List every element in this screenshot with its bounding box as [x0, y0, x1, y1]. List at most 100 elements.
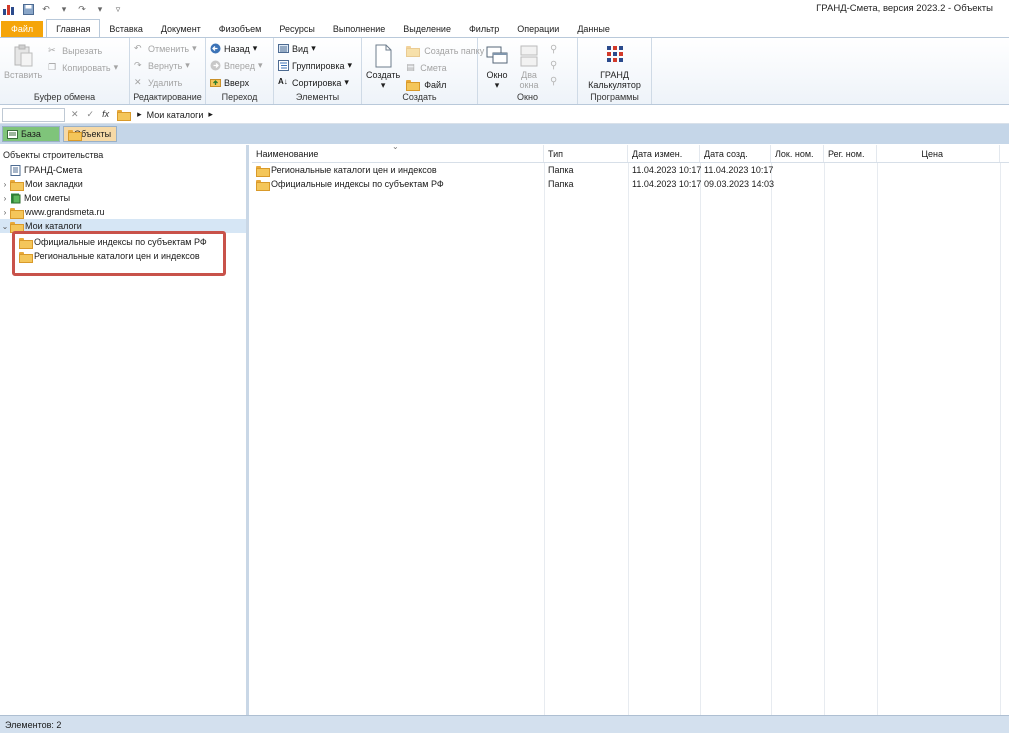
- create-label: Создать: [366, 70, 401, 80]
- create-group: Создать ▾ Создать папку ▤ Смета Файл Созд…: [362, 38, 484, 104]
- col-header-reg-num[interactable]: Рег. ном.: [824, 145, 877, 162]
- undo-label: Отменить: [148, 43, 190, 54]
- two-windows-label-1: Два: [521, 70, 537, 80]
- tree-item-label: Мои каталоги: [25, 221, 82, 231]
- breadcrumb-item[interactable]: Мои каталоги: [147, 110, 204, 120]
- create-button[interactable]: Создать ▾: [366, 44, 400, 93]
- copy-button[interactable]: ❐ Копировать ▾: [48, 59, 118, 76]
- tab-data[interactable]: Данные: [568, 21, 619, 37]
- confirm-icon[interactable]: ✓: [87, 109, 95, 120]
- doc-tab-base[interactable]: База: [2, 126, 60, 142]
- undo-button[interactable]: ↶ Отменить ▾: [134, 40, 201, 57]
- clipboard-group: Вставить ✂ Вырезать ❐ Копировать ▾ Буфер об…: [0, 38, 130, 104]
- cut-button[interactable]: ✂ Вырезать: [48, 42, 118, 59]
- grouping-icon: [278, 60, 289, 71]
- title-bar: ↶ ▾ ↷ ▾ ▿ ГРАНД-Смета, версия 2023.2 - О…: [0, 0, 1009, 18]
- table-row[interactable]: Официальные индексы по субъектам РФ Папк…: [252, 177, 1009, 191]
- ribbon-tab-row: Файл Главная Вставка Документ Физобъем Р…: [0, 19, 1009, 37]
- cell-created: 11.04.2023 10:17: [704, 165, 774, 175]
- tab-execution[interactable]: Выполнение: [324, 21, 394, 37]
- cell-modified: 11.04.2023 10:17: [632, 179, 702, 189]
- delete-label: Удалить: [148, 77, 183, 88]
- col-header-price[interactable]: Цена: [877, 145, 1000, 162]
- view-dropdown-icon: ▾: [311, 43, 316, 53]
- col-header-name[interactable]: Наименование: [252, 145, 544, 162]
- pin-icon-3[interactable]: ⚲: [550, 76, 557, 87]
- redo-button[interactable]: ↷ Вернуть ▾: [134, 57, 201, 74]
- grid-line: [877, 163, 878, 715]
- grouping-button[interactable]: Группировка ▾: [278, 57, 357, 74]
- my-estimates-icon: [11, 193, 21, 203]
- create-group-label: Создать: [402, 92, 437, 102]
- paste-button[interactable]: Вставить: [4, 44, 42, 80]
- copy-dropdown-icon: ▾: [113, 62, 119, 72]
- folder-icon: [10, 221, 24, 233]
- forward-arrow-icon: [210, 60, 221, 71]
- programs-group: ГРАНД Калькулятор Программы: [578, 38, 652, 104]
- col-header-modified[interactable]: Дата измен.: [628, 145, 700, 162]
- tab-resources[interactable]: Ресурсы: [270, 21, 324, 37]
- new-document-icon: [375, 44, 392, 68]
- tree-item-label: Мои сметы: [24, 193, 71, 203]
- tree-item-website[interactable]: › www.grandsmeta.ru: [0, 205, 246, 219]
- grand-smeta-icon: [10, 164, 21, 176]
- col-header-local-num[interactable]: Лок. ном.: [771, 145, 824, 162]
- sorting-button[interactable]: A↓ Сортировка ▾: [278, 74, 357, 91]
- tab-insert[interactable]: Вставка: [100, 21, 151, 37]
- breadcrumb-chevron-icon[interactable]: ▸: [208, 109, 213, 120]
- redo-label: Вернуть: [148, 60, 183, 71]
- pin-icon-2[interactable]: ⚲: [550, 60, 557, 71]
- tab-document[interactable]: Документ: [152, 21, 210, 37]
- up-label: Вверх: [224, 77, 250, 88]
- file-label: Файл: [424, 79, 447, 90]
- cancel-icon[interactable]: ✕: [71, 109, 79, 120]
- undo-arrow-icon: ▾: [192, 43, 197, 53]
- delete-button[interactable]: ✕ Удалить: [134, 74, 201, 91]
- tab-file[interactable]: Файл: [1, 21, 44, 37]
- forward-button[interactable]: Вперед ▾: [210, 57, 269, 74]
- grouping-dropdown-icon: ▾: [347, 60, 353, 70]
- window-button[interactable]: Окно ▾: [486, 44, 508, 91]
- navigation-group: Назад ▾ Вперед ▾ Вверх Переход: [206, 38, 274, 104]
- tree-item-bookmarks[interactable]: › Мои закладки: [0, 177, 246, 191]
- sorting-dropdown-icon: ▾: [344, 77, 349, 87]
- two-windows-label-2: окна: [519, 80, 539, 90]
- tab-filter[interactable]: Фильтр: [460, 21, 508, 37]
- tree-item-grand-smeta[interactable]: ГРАНД-Смета: [0, 163, 246, 177]
- tab-selection[interactable]: Выделение: [394, 21, 460, 37]
- database-icon: [7, 129, 18, 139]
- col-header-type[interactable]: Тип: [544, 145, 628, 162]
- tab-operations[interactable]: Операции: [508, 21, 568, 37]
- tab-volume[interactable]: Физобъем: [210, 21, 271, 37]
- breadcrumb-separator-icon[interactable]: ▸: [137, 109, 142, 120]
- two-windows-button[interactable]: Два окна: [518, 44, 540, 91]
- expand-chevron-icon[interactable]: ›: [0, 208, 10, 217]
- col-header-created[interactable]: Дата созд.: [700, 145, 771, 162]
- new-folder-button[interactable]: Создать папку: [406, 42, 484, 59]
- folder-icon: [256, 165, 270, 177]
- up-button[interactable]: Вверх: [210, 74, 269, 91]
- new-folder-icon: [406, 46, 421, 57]
- expand-chevron-icon[interactable]: ›: [0, 180, 10, 189]
- view-icon: [278, 44, 289, 53]
- pin-icon[interactable]: ⚲: [550, 44, 557, 55]
- create-dropdown-icon: ▾: [380, 80, 386, 90]
- estimate-button[interactable]: ▤ Смета: [406, 59, 484, 76]
- view-button[interactable]: Вид ▾: [278, 40, 357, 57]
- doc-tab-objects[interactable]: Объекты: [63, 126, 117, 142]
- cell-name-text: Региональные каталоги цен и индексов: [271, 165, 437, 175]
- tree-item-my-estimates[interactable]: › Мои сметы: [0, 191, 246, 205]
- file-button[interactable]: Файл: [406, 76, 484, 93]
- table-row[interactable]: Региональные каталоги цен и индексов Пап…: [252, 163, 1009, 177]
- grand-calculator-button[interactable]: ГРАНД Калькулятор: [582, 44, 647, 90]
- breadcrumb: ▸ Мои каталоги ▸: [117, 109, 213, 121]
- expand-chevron-icon[interactable]: ›: [0, 194, 10, 203]
- fx-icon[interactable]: fx: [102, 109, 109, 120]
- collapse-chevron-icon[interactable]: ⌄: [0, 222, 10, 231]
- name-box[interactable]: [2, 107, 65, 122]
- clipboard-group-label: Буфер обмена: [33, 92, 96, 102]
- back-button[interactable]: Назад ▾: [210, 40, 269, 57]
- copy-icon: ❐: [48, 62, 57, 72]
- tab-home[interactable]: Главная: [46, 19, 101, 37]
- tree-pane-title: Объекты строительства: [3, 150, 104, 160]
